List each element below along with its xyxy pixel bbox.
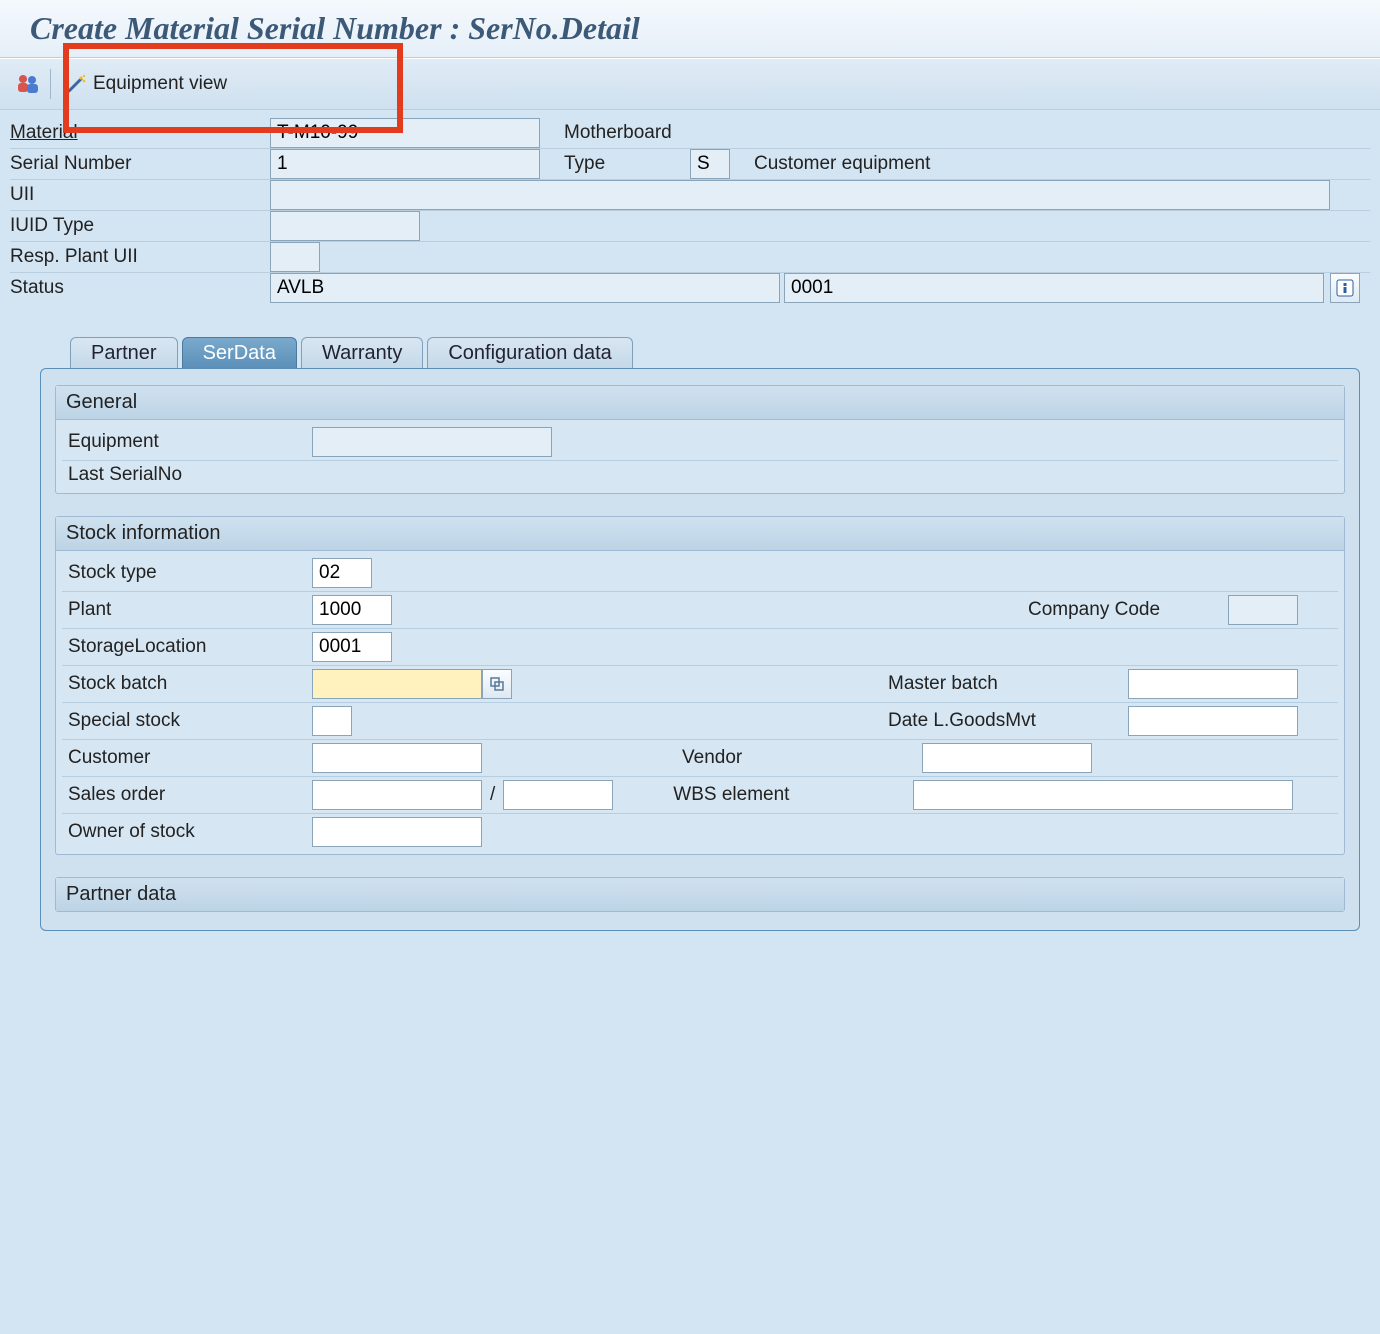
page-title: Create Material Serial Number : SerNo.De… xyxy=(0,0,1380,58)
storage-location-input[interactable] xyxy=(312,632,392,662)
general-title: General xyxy=(56,386,1344,420)
resp-plant-uii-input[interactable] xyxy=(270,242,320,272)
resp-plant-uii-label: Resp. Plant UII xyxy=(10,242,270,272)
special-stock-input[interactable] xyxy=(312,706,352,736)
equipment-input[interactable] xyxy=(312,427,552,457)
tab-strip: Partner SerData Warranty Configuration d… xyxy=(0,307,1380,369)
type-input[interactable] xyxy=(690,149,730,179)
material-description: Motherboard xyxy=(540,122,800,144)
tab-warranty[interactable]: Warranty xyxy=(301,337,423,369)
material-label: Material xyxy=(10,118,270,148)
stock-information-group: Stock information Stock type Plant Compa… xyxy=(55,516,1345,855)
status-info-button[interactable] xyxy=(1330,273,1360,303)
toolbar-separator xyxy=(50,69,51,99)
date-goodsmvt-label: Date L.GoodsMvt xyxy=(888,710,1128,732)
status-input[interactable] xyxy=(270,273,780,303)
owner-of-stock-label: Owner of stock xyxy=(62,821,312,843)
tab-configuration-data[interactable]: Configuration data xyxy=(427,337,632,369)
stock-batch-label: Stock batch xyxy=(62,673,312,695)
equipment-view-label: Equipment view xyxy=(93,73,227,95)
stock-information-title: Stock information xyxy=(56,517,1344,551)
vendor-input[interactable] xyxy=(922,743,1092,773)
company-code-input[interactable] xyxy=(1228,595,1298,625)
uii-label: UII xyxy=(10,180,270,210)
sales-order-input[interactable] xyxy=(312,780,482,810)
stock-type-label: Stock type xyxy=(62,562,312,584)
material-input[interactable] xyxy=(270,118,540,148)
storage-location-label: StorageLocation xyxy=(62,636,312,658)
plant-label: Plant xyxy=(62,599,312,621)
serdata-panel: General Equipment Last SerialNo Stock in… xyxy=(40,368,1360,931)
serial-number-label: Serial Number xyxy=(10,149,270,179)
type-description: Customer equipment xyxy=(730,153,930,175)
sales-order-label: Sales order xyxy=(62,784,312,806)
customer-input[interactable] xyxy=(312,743,482,773)
application-toolbar: Equipment view xyxy=(0,58,1380,110)
iuid-type-label: IUID Type xyxy=(10,211,270,241)
equipment-view-button[interactable]: Equipment view xyxy=(55,69,237,99)
status-code-input[interactable] xyxy=(784,273,1324,303)
last-serialno-label: Last SerialNo xyxy=(62,464,312,486)
header-area: Material Motherboard Serial Number Type … xyxy=(0,110,1380,307)
sales-order-separator: / xyxy=(482,784,503,806)
iuid-type-input[interactable] xyxy=(270,211,420,241)
stock-batch-input[interactable] xyxy=(312,669,482,699)
plant-input[interactable] xyxy=(312,595,392,625)
special-stock-label: Special stock xyxy=(62,710,312,732)
sales-order-item-input[interactable] xyxy=(503,780,613,810)
company-code-label: Company Code xyxy=(1028,599,1228,621)
wbs-element-input[interactable] xyxy=(913,780,1293,810)
vendor-label: Vendor xyxy=(682,747,922,769)
tab-partner[interactable]: Partner xyxy=(70,337,178,369)
serial-number-input[interactable] xyxy=(270,149,540,179)
master-batch-label: Master batch xyxy=(888,673,1128,695)
tab-serdata[interactable]: SerData xyxy=(182,337,297,369)
status-label: Status xyxy=(10,273,270,303)
partner-data-title: Partner data xyxy=(56,878,1344,911)
general-group: General Equipment Last SerialNo xyxy=(55,385,1345,494)
equipment-label: Equipment xyxy=(62,431,312,453)
info-icon xyxy=(1336,279,1354,297)
search-help-icon xyxy=(489,676,505,692)
partners-icon[interactable] xyxy=(14,71,42,97)
wbs-element-label: WBS element xyxy=(673,784,913,806)
uii-input[interactable] xyxy=(270,180,1330,210)
customer-label: Customer xyxy=(62,747,312,769)
date-goodsmvt-input[interactable] xyxy=(1128,706,1298,736)
type-label: Type xyxy=(540,153,690,175)
stock-type-input[interactable] xyxy=(312,558,372,588)
master-batch-input[interactable] xyxy=(1128,669,1298,699)
stock-batch-matchcode-button[interactable] xyxy=(482,669,512,699)
partner-data-group: Partner data xyxy=(55,877,1345,912)
wand-icon xyxy=(65,73,87,95)
owner-of-stock-input[interactable] xyxy=(312,817,482,847)
